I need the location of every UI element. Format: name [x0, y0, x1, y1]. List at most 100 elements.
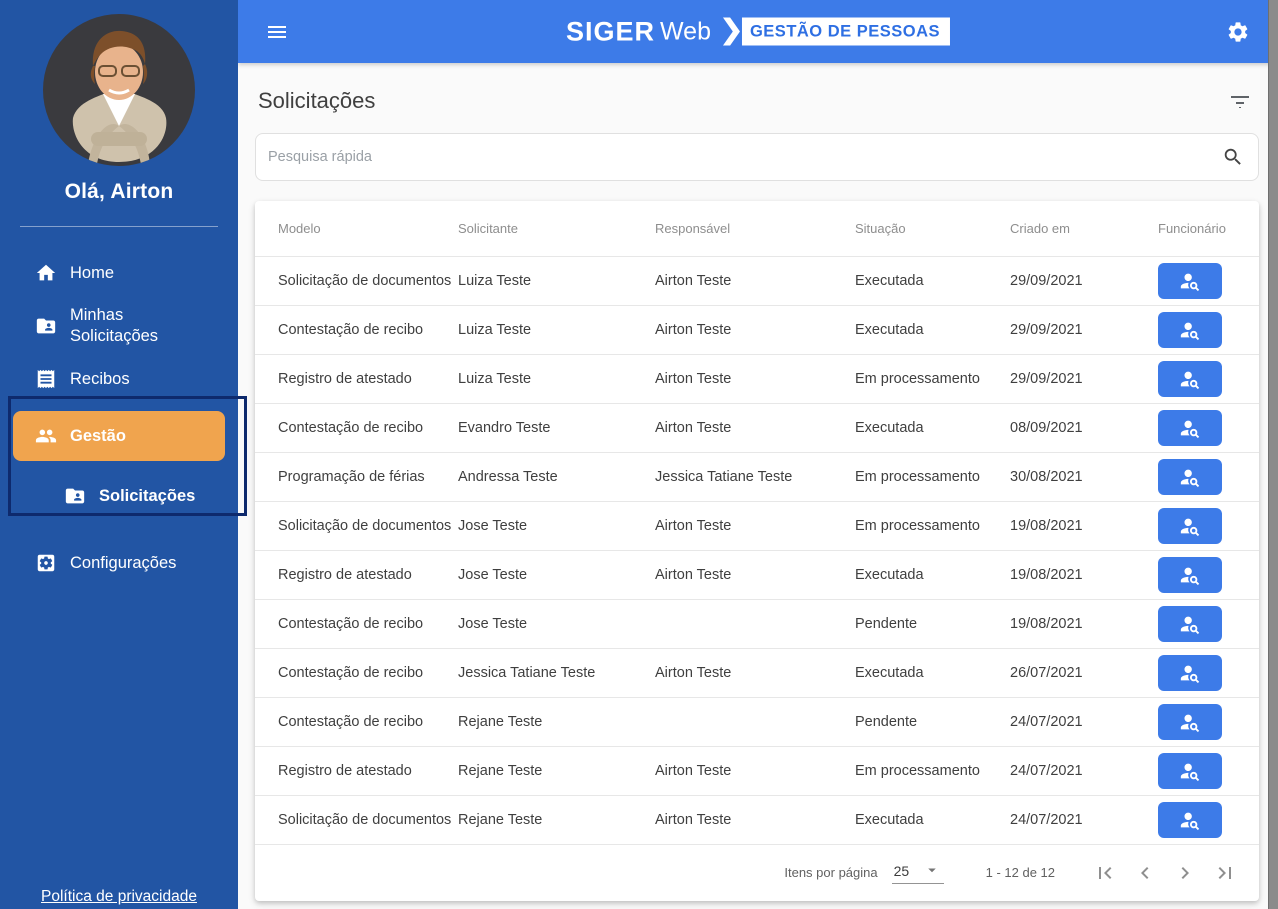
- view-employee-button[interactable]: [1158, 655, 1222, 691]
- cell-situacao: Executada: [855, 420, 924, 436]
- items-per-page-label: Itens por página: [784, 865, 878, 880]
- sidebar-nav: Home Minhas Solicitações Recibos Gestão …: [0, 253, 238, 583]
- home-icon: [35, 262, 57, 284]
- cell-responsavel: Airton Teste: [655, 812, 732, 828]
- cell-situacao: Em processamento: [855, 371, 980, 387]
- filter-icon: [1228, 89, 1252, 113]
- sidebar-item-solicitacoes-sub[interactable]: Solicitações: [0, 476, 238, 516]
- table-body: Solicitação de documentos Luiza Teste Ai…: [255, 257, 1259, 845]
- items-per-page-select[interactable]: 25: [891, 861, 944, 884]
- col-header-criado-em: Criado em: [1010, 221, 1070, 236]
- view-employee-button[interactable]: [1158, 557, 1222, 593]
- cell-responsavel: Airton Teste: [655, 420, 732, 436]
- cell-modelo: Solicitação de documentos: [278, 812, 452, 828]
- table-row: Solicitação de documentos Luiza Teste Ai…: [255, 257, 1259, 306]
- content-area: SIGER Web GESTÃO DE PESSOAS Solicitações…: [238, 0, 1278, 909]
- cell-criado-em: 29/09/2021: [1010, 322, 1083, 338]
- cell-solicitante: Luiza Teste: [458, 273, 532, 289]
- person-search-icon: [1179, 515, 1201, 537]
- cell-criado-em: 19/08/2021: [1010, 518, 1083, 534]
- col-header-modelo: Modelo: [278, 221, 321, 236]
- cell-responsavel: Airton Teste: [655, 567, 732, 583]
- sidebar-item-recibos[interactable]: Recibos: [0, 359, 238, 399]
- cell-responsavel: Airton Teste: [655, 665, 732, 681]
- solicitacoes-table-card: Modelo Solicitante Responsável Situação …: [255, 201, 1259, 901]
- cell-modelo: Contestação de recibo: [278, 420, 424, 436]
- cell-responsavel: Airton Teste: [655, 322, 732, 338]
- person-search-icon: [1179, 270, 1201, 292]
- cell-responsavel: Jessica Tatiane Teste: [655, 469, 793, 485]
- cell-criado-em: 08/09/2021: [1010, 420, 1083, 436]
- settings-button[interactable]: [1226, 20, 1250, 44]
- table-row: Contestação de recibo Evandro Teste Airt…: [255, 404, 1259, 453]
- page-range-label: 1 - 12 de 12: [985, 865, 1055, 880]
- table-row: Programação de férias Andressa Teste Jes…: [255, 453, 1259, 502]
- cell-modelo: Registro de atestado: [278, 371, 412, 387]
- logo-siger-text: SIGER: [565, 16, 656, 46]
- sidebar-item-label: Minhas Solicitações: [70, 306, 159, 345]
- sidebar-item-home[interactable]: Home: [0, 253, 238, 293]
- table-row: Contestação de recibo Luiza Teste Airton…: [255, 306, 1259, 355]
- view-employee-button[interactable]: [1158, 802, 1222, 838]
- table-paginator: Itens por página 25 1 - 12 de 12: [255, 845, 1259, 900]
- cell-criado-em: 29/09/2021: [1010, 371, 1083, 387]
- cell-modelo: Contestação de recibo: [278, 616, 424, 632]
- cell-modelo: Solicitação de documentos: [278, 518, 452, 534]
- sidebar-item-label: Configurações: [70, 553, 177, 572]
- cell-modelo: Contestação de recibo: [278, 665, 424, 681]
- sidebar: Olá, Airton Home Minhas Solicitações Rec…: [0, 0, 238, 909]
- view-employee-button[interactable]: [1158, 361, 1222, 397]
- view-employee-button[interactable]: [1158, 606, 1222, 642]
- last-page-button[interactable]: [1205, 853, 1245, 893]
- person-search-icon: [1179, 564, 1201, 586]
- gear-icon: [1226, 20, 1250, 44]
- cell-solicitante: Rejane Teste: [458, 812, 543, 828]
- sidebar-item-configuracoes[interactable]: Configurações: [0, 543, 238, 583]
- sidebar-item-gestao[interactable]: Gestão: [13, 411, 225, 461]
- search-icon[interactable]: [1222, 146, 1244, 168]
- cell-criado-em: 24/07/2021: [1010, 714, 1083, 730]
- sidebar-item-minhas-solicitacoes[interactable]: Minhas Solicitações: [0, 293, 238, 359]
- hamburger-icon: [265, 20, 289, 44]
- cell-situacao: Pendente: [855, 616, 918, 632]
- cell-situacao: Em processamento: [855, 469, 980, 485]
- view-employee-button[interactable]: [1158, 263, 1222, 299]
- col-header-funcionario: Funcionário: [1158, 221, 1226, 236]
- person-search-icon: [1179, 368, 1201, 390]
- top-app-bar: SIGER Web GESTÃO DE PESSOAS: [238, 0, 1278, 63]
- view-employee-button[interactable]: [1158, 508, 1222, 544]
- window-scrollbar[interactable]: [1268, 0, 1278, 909]
- cell-solicitante: Andressa Teste: [458, 469, 558, 485]
- privacy-policy-link[interactable]: Política de privacidade: [41, 888, 197, 905]
- cell-criado-em: 24/07/2021: [1010, 812, 1083, 828]
- view-employee-button[interactable]: [1158, 312, 1222, 348]
- avatar: [43, 14, 195, 166]
- person-search-icon: [1179, 711, 1201, 733]
- menu-button[interactable]: [265, 20, 289, 44]
- filter-button[interactable]: [1228, 89, 1252, 113]
- cell-situacao: Executada: [855, 665, 924, 681]
- receipt-icon: [35, 368, 57, 390]
- first-page-button[interactable]: [1085, 853, 1125, 893]
- cell-solicitante: Luiza Teste: [458, 322, 532, 338]
- user-greeting: Olá, Airton: [64, 180, 174, 203]
- table-row: Solicitação de documentos Rejane Teste A…: [255, 796, 1259, 845]
- cell-criado-em: 30/08/2021: [1010, 469, 1083, 485]
- view-employee-button[interactable]: [1158, 459, 1222, 495]
- view-employee-button[interactable]: [1158, 410, 1222, 446]
- cell-situacao: Pendente: [855, 714, 918, 730]
- chevron-right-icon: [1181, 866, 1189, 879]
- cell-solicitante: Luiza Teste: [458, 371, 532, 387]
- cell-situacao: Executada: [855, 567, 924, 583]
- view-employee-button[interactable]: [1158, 704, 1222, 740]
- next-page-button[interactable]: [1165, 853, 1205, 893]
- cell-solicitante: Jose Teste: [458, 518, 528, 534]
- app-logo: SIGER Web GESTÃO DE PESSOAS: [565, 16, 951, 47]
- table-row: Registro de atestado Rejane Teste Airton…: [255, 747, 1259, 796]
- previous-page-button[interactable]: [1125, 853, 1165, 893]
- person-search-icon: [1179, 760, 1201, 782]
- search-input[interactable]: [256, 149, 1258, 165]
- cell-solicitante: Evandro Teste: [458, 420, 551, 436]
- logo-badge: GESTÃO DE PESSOAS: [741, 17, 951, 46]
- view-employee-button[interactable]: [1158, 753, 1222, 789]
